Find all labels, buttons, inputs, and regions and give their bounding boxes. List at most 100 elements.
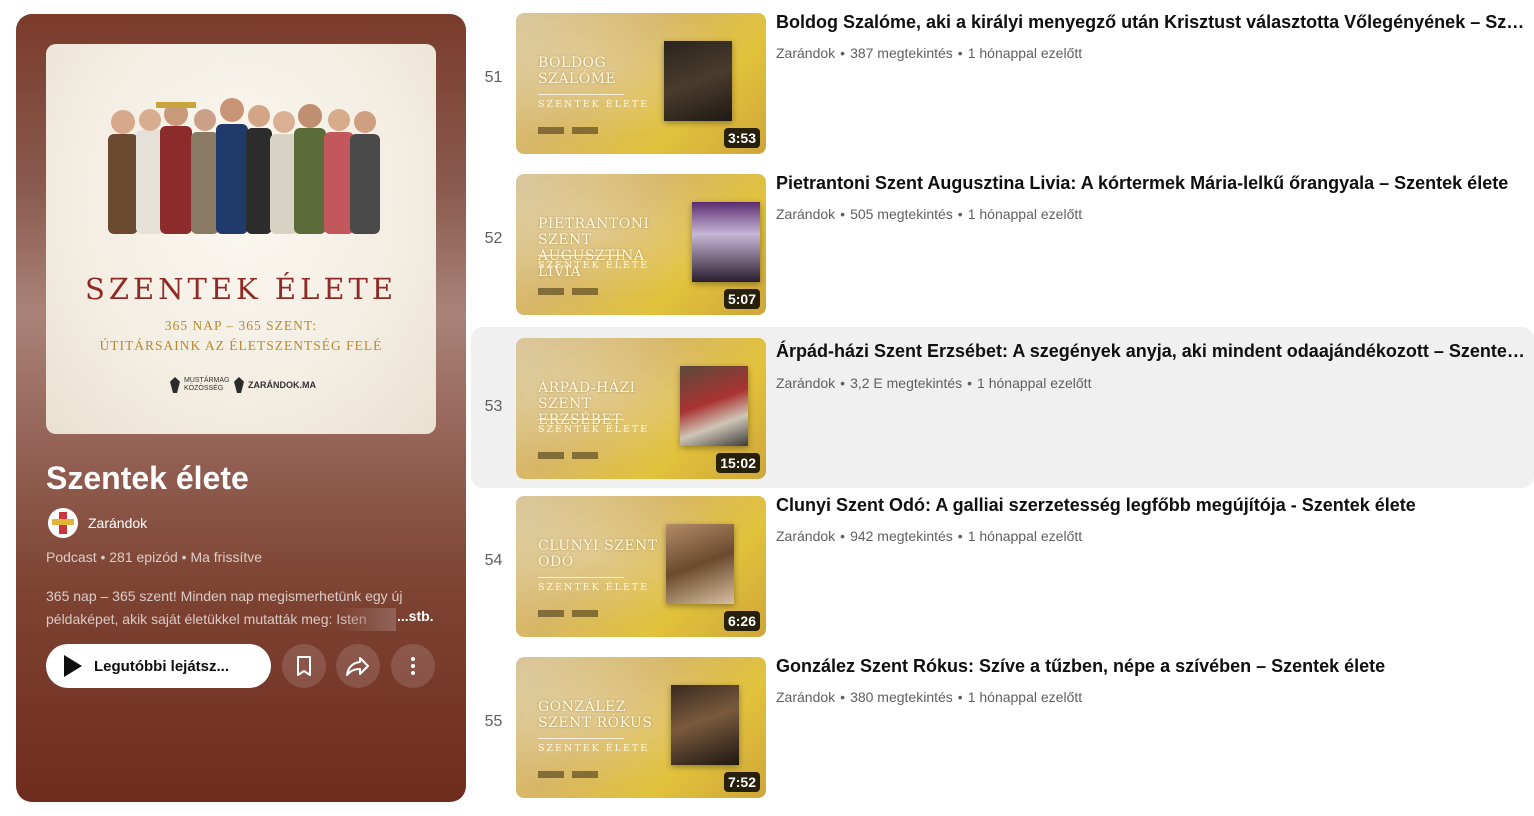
meta-separator: • — [840, 45, 846, 61]
meta-separator: • — [840, 528, 846, 544]
playlist-title: Szentek élete — [46, 460, 249, 496]
thumbnail-divider — [538, 577, 624, 578]
playlist-owner[interactable]: Zarándok — [48, 508, 147, 538]
share-button[interactable] — [336, 644, 380, 688]
video-thumbnail[interactable]: ÁRPÁD-HÁZI SZENT ERZSÉBET SZENTEK ÉLETE … — [516, 338, 766, 479]
video-views: 380 megtekintés — [850, 689, 953, 705]
saint-portrait-image — [671, 685, 739, 765]
video-views: 505 megtekintés — [850, 206, 953, 222]
video-title[interactable]: Árpád-házi Szent Erzsébet: A szegények a… — [776, 338, 1528, 364]
video-title[interactable]: Clunyi Szent Odó: A galliai szerzetesség… — [776, 492, 1528, 518]
channel-avatar[interactable] — [48, 508, 78, 538]
channel-name[interactable]: Zarándok — [88, 515, 147, 531]
video-duration: 5:07 — [723, 289, 760, 309]
video-meta: Zarándok • 505 megtekintés • 1 hónappal … — [776, 206, 1082, 222]
video-meta: Zarándok • 380 megtekintés • 1 hónappal … — [776, 689, 1082, 705]
thumbnail-saint-name: GONZÁLEZ SZENT RÓKUS — [538, 699, 653, 731]
video-index: 53 — [484, 398, 503, 415]
video-duration: 3:53 — [723, 128, 760, 148]
playlist-header-panel: SZENTEK ÉLETE 365 NAP – 365 SZENT: ÚTITÁ… — [16, 14, 466, 802]
mustarmag-logo: MUSTÁRMAG KÖZÖSSÉG — [170, 377, 230, 393]
thumbnail-series-label: SZENTEK ÉLETE — [538, 582, 650, 593]
video-views: 3,2 E megtekintés — [850, 375, 963, 391]
video-thumbnail[interactable]: BOLDOG SZALÓME SZENTEK ÉLETE 3:53 — [516, 13, 766, 154]
more-actions-button[interactable] — [391, 644, 435, 688]
video-age: 1 hónappal ezelőtt — [967, 689, 1083, 705]
video-views: 942 megtekintés — [850, 528, 953, 544]
share-icon — [346, 657, 369, 676]
play-recent-button[interactable]: Legutóbbi lejátsz... — [46, 644, 271, 688]
description-more-link[interactable]: ...stb. — [397, 608, 434, 624]
video-thumbnail[interactable]: PIETRANTONI SZENT AUGUSZTINA LIVIA SZENT… — [516, 174, 766, 315]
video-title[interactable]: Boldog Szalóme, aki a királyi menyegző u… — [776, 9, 1528, 35]
video-age: 1 hónappal ezelőtt — [967, 45, 1083, 61]
video-row[interactable]: 54 CLUNYI SZENT ODÓ SZENTEK ÉLETE 6:26 C… — [471, 490, 1534, 640]
video-row[interactable]: 55 GONZÁLEZ SZENT RÓKUS SZENTEK ÉLETE 7:… — [471, 651, 1534, 801]
playlist-cover-image[interactable]: SZENTEK ÉLETE 365 NAP – 365 SZENT: ÚTITÁ… — [46, 44, 436, 434]
meta-separator: • — [957, 45, 963, 61]
thumbnail-logos — [538, 771, 598, 778]
play-button-label: Legutóbbi lejátsz... — [94, 657, 230, 675]
thumbnail-logos — [538, 452, 598, 459]
video-channel[interactable]: Zarándok — [776, 45, 835, 61]
saints-illustration — [108, 98, 380, 234]
play-icon — [64, 655, 82, 677]
playlist-meta: Podcast • 281 epizód • Ma frissítve — [46, 549, 263, 565]
video-channel[interactable]: Zarándok — [776, 528, 835, 544]
cover-subtitle: 365 NAP – 365 SZENT: — [164, 318, 318, 333]
video-row[interactable]: 53 ÁRPÁD-HÁZI SZENT ERZSÉBET SZENTEK ÉLE… — [471, 327, 1534, 488]
thumbnail-logos — [538, 127, 598, 134]
thumbnail-divider — [538, 419, 624, 420]
saint-portrait-image — [680, 366, 748, 446]
more-vertical-icon — [411, 657, 415, 675]
meta-separator: • — [957, 528, 963, 544]
thumbnail-saint-name: BOLDOG SZALÓME — [538, 55, 617, 87]
thumbnail-logos — [538, 288, 598, 295]
video-thumbnail[interactable]: GONZÁLEZ SZENT RÓKUS SZENTEK ÉLETE 7:52 — [516, 657, 766, 798]
cover-title: SZENTEK ÉLETE — [84, 272, 398, 306]
video-index: 54 — [484, 552, 503, 569]
thumbnail-saint-name: CLUNYI SZENT ODÓ — [538, 538, 658, 570]
save-playlist-button[interactable] — [282, 644, 326, 688]
thumbnail-series-label: SZENTEK ÉLETE — [538, 260, 650, 271]
video-index: 52 — [484, 230, 503, 247]
thumbnail-series-label: SZENTEK ÉLETE — [538, 743, 650, 754]
thumbnail-saint-name: ÁRPÁD-HÁZI SZENT ERZSÉBET — [538, 380, 636, 428]
video-meta: Zarándok • 942 megtekintés • 1 hónappal … — [776, 528, 1082, 544]
thumbnail-series-label: SZENTEK ÉLETE — [538, 424, 650, 435]
video-duration: 7:52 — [723, 772, 760, 792]
video-title[interactable]: González Szent Rókus: Szíve a tűzben, né… — [776, 653, 1528, 679]
video-views: 387 megtekintés — [850, 45, 953, 61]
video-meta: Zarándok • 387 megtekintés • 1 hónappal … — [776, 45, 1082, 61]
meta-separator: • — [957, 689, 963, 705]
meta-separator: • — [957, 206, 963, 222]
video-index: 55 — [484, 713, 503, 730]
video-age: 1 hónappal ezelőtt — [967, 528, 1083, 544]
meta-separator: • — [967, 375, 973, 391]
video-title[interactable]: Pietrantoni Szent Augusztina Livia: A kó… — [776, 170, 1528, 196]
video-age: 1 hónappal ezelőtt — [967, 206, 1083, 222]
video-age: 1 hónappal ezelőtt — [977, 375, 1092, 391]
thumbnail-divider — [538, 94, 624, 95]
zarandok-logo: ZARÁNDOK.MA — [234, 377, 316, 393]
thumbnail-divider — [538, 255, 624, 256]
thumbnail-divider — [538, 738, 624, 739]
bookmark-icon — [297, 656, 311, 676]
saint-portrait-image — [692, 202, 760, 282]
thumbnail-logos — [538, 610, 598, 617]
meta-separator: • — [840, 206, 846, 222]
video-row[interactable]: 52 PIETRANTONI SZENT AUGUSZTINA LIVIA SZ… — [471, 168, 1534, 318]
cover-subtitle-2: ÚTITÁRSAINK AZ ÉLETSZENTSÉG FELÉ — [99, 338, 383, 353]
video-meta: Zarándok • 3,2 E megtekintés • 1 hónappa… — [776, 375, 1091, 391]
video-channel[interactable]: Zarándok — [776, 206, 835, 222]
description-fade — [336, 608, 396, 631]
thumbnail-series-label: SZENTEK ÉLETE — [538, 99, 650, 110]
video-row[interactable]: 51 BOLDOG SZALÓME SZENTEK ÉLETE 3:53 Bol… — [471, 7, 1534, 157]
video-index: 51 — [484, 69, 503, 86]
video-thumbnail[interactable]: CLUNYI SZENT ODÓ SZENTEK ÉLETE 6:26 — [516, 496, 766, 637]
video-duration: 15:02 — [716, 453, 760, 473]
video-channel[interactable]: Zarándok — [776, 689, 835, 705]
saint-portrait-image — [666, 524, 734, 604]
saint-portrait-image — [664, 41, 732, 121]
video-channel[interactable]: Zarándok — [776, 375, 835, 391]
